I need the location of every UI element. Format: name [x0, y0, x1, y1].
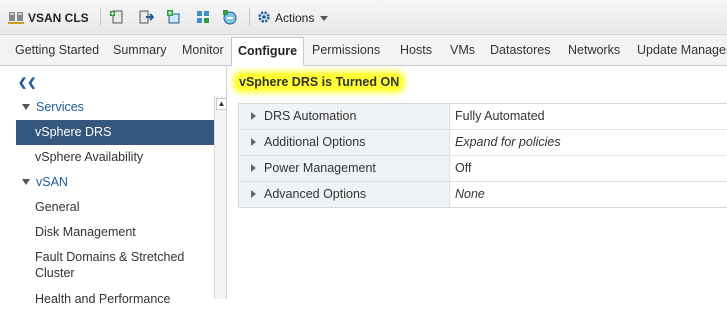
- move-hosts-icon[interactable]: [138, 9, 155, 25]
- tab-datastores[interactable]: Datastores: [490, 41, 550, 65]
- property-name: Advanced Options: [264, 187, 367, 201]
- property-name: DRS Automation: [264, 109, 357, 123]
- tab-hosts[interactable]: Hosts: [400, 41, 432, 65]
- new-vapp-icon[interactable]: [195, 9, 211, 25]
- property-row[interactable]: Advanced Options None: [239, 182, 727, 207]
- nav-item-disk-management[interactable]: Disk Management: [16, 220, 214, 245]
- nav-group-label: Services: [36, 100, 84, 114]
- nav-group-vsan[interactable]: vSAN: [16, 170, 214, 195]
- caret-down-icon: [22, 104, 30, 111]
- nav-item-fault-domains[interactable]: Fault Domains & Stretched Cluster: [16, 245, 214, 285]
- toolbar: VSAN CLS Actions: [0, 0, 727, 35]
- drs-status-headline: vSphere DRS is Turned ON: [236, 74, 403, 90]
- toolbar-divider: [249, 8, 250, 26]
- property-value: None: [455, 187, 485, 201]
- property-value: Off: [455, 161, 472, 175]
- drs-properties-table: DRS Automation Fully Automated Additiona…: [238, 103, 727, 208]
- gear-icon: [257, 10, 271, 27]
- nav-group-services[interactable]: Services: [16, 95, 214, 120]
- object-title: VSAN CLS: [8, 9, 89, 27]
- tab-vms[interactable]: VMs: [450, 41, 475, 65]
- property-name-cell: DRS Automation: [239, 104, 450, 129]
- caret-down-icon: [22, 179, 30, 186]
- collapse-panel-icon[interactable]: ❮❮: [18, 76, 36, 89]
- tab-getting-started[interactable]: Getting Started: [15, 41, 99, 65]
- actions-label: Actions: [275, 11, 315, 25]
- tab-networks[interactable]: Networks: [568, 41, 620, 65]
- actions-menu-button[interactable]: Actions: [257, 9, 329, 27]
- property-value: Expand for policies: [455, 135, 561, 149]
- object-title-text: VSAN CLS: [28, 11, 89, 25]
- property-name-cell: Power Management: [239, 156, 450, 181]
- drs-settings-panel: vSphere DRS is Turned ON DRS Automation …: [227, 66, 727, 299]
- nav-item-health-performance[interactable]: Health and Performance: [16, 287, 214, 312]
- tab-update-manager[interactable]: Update Manager: [637, 41, 727, 65]
- nav-group-label: vSAN: [36, 175, 68, 189]
- nav-scrollbar[interactable]: ▲: [214, 96, 227, 299]
- scroll-up-icon[interactable]: ▲: [216, 98, 227, 110]
- toolbar-divider: [100, 8, 101, 26]
- property-name: Additional Options: [264, 135, 366, 149]
- expand-arrow-icon[interactable]: [251, 189, 256, 198]
- property-row[interactable]: Power Management Off: [239, 156, 727, 182]
- tab-summary[interactable]: Summary: [113, 41, 166, 65]
- add-host-icon[interactable]: [109, 9, 125, 25]
- nav-item-vsphere-availability[interactable]: vSphere Availability: [16, 145, 214, 170]
- property-name: Power Management: [264, 161, 376, 175]
- tab-bar: Getting Started Summary Monitor Configur…: [0, 35, 727, 66]
- tab-configure[interactable]: Configure: [231, 37, 305, 66]
- property-name-cell: Additional Options: [239, 130, 450, 155]
- nav-item-vsphere-drs[interactable]: vSphere DRS: [16, 120, 214, 145]
- tab-monitor[interactable]: Monitor: [182, 41, 224, 65]
- property-name-cell: Advanced Options: [239, 182, 450, 207]
- new-vm-icon[interactable]: [166, 9, 182, 25]
- property-row[interactable]: DRS Automation Fully Automated: [239, 104, 727, 130]
- tab-permissions[interactable]: Permissions: [312, 41, 380, 65]
- new-resource-pool-icon[interactable]: [222, 9, 238, 25]
- property-row[interactable]: Additional Options Expand for policies: [239, 130, 727, 156]
- expand-arrow-icon[interactable]: [251, 137, 256, 146]
- nav-item-general[interactable]: General: [16, 195, 214, 220]
- settings-nav: ❮❮ Services vSphere DRS vSphere Availabi…: [0, 66, 227, 306]
- expand-arrow-icon[interactable]: [251, 163, 256, 172]
- cluster-icon: [8, 9, 24, 28]
- expand-arrow-icon[interactable]: [251, 111, 256, 120]
- property-value: Fully Automated: [455, 109, 545, 123]
- chevron-down-icon: [320, 15, 329, 21]
